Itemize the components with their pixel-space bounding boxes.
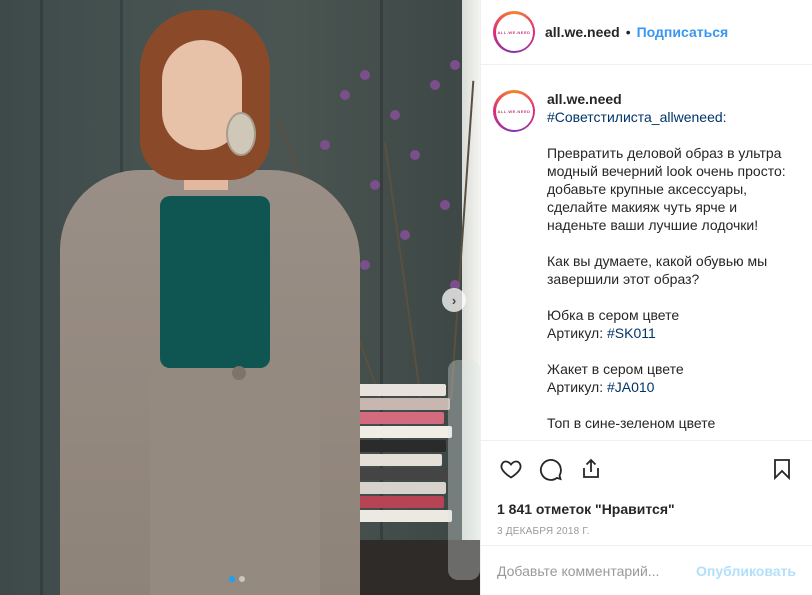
caption-paragraph: Как вы думаете, какой обувью мы завершил…: [547, 253, 768, 287]
publish-button[interactable]: Опубликовать: [696, 563, 796, 579]
carousel-dot-active: [229, 576, 235, 582]
carousel-next-button[interactable]: ›: [442, 288, 466, 312]
bookmark-icon: [774, 459, 790, 481]
caption: all.we.need #Советстилиста_allweneed: Пр…: [547, 90, 796, 440]
avatar-logo: ALL.WE.NEED: [495, 92, 533, 130]
heart-icon: [500, 460, 522, 479]
item-name: Топ в сине-зеленом цвете: [547, 415, 716, 431]
comments-area: ALL.WE.NEED all.we.need #Советстилиста_a…: [481, 66, 812, 440]
sku-hashtag-link[interactable]: #JA010: [607, 379, 654, 395]
model-skirt: [150, 362, 320, 595]
caption-avatar[interactable]: ALL.WE.NEED: [493, 90, 535, 132]
share-button[interactable]: [577, 455, 605, 483]
skirt-button: [232, 366, 246, 380]
share-icon: [583, 458, 599, 478]
comment-button[interactable]: [537, 455, 565, 483]
comment-input[interactable]: [497, 562, 697, 579]
likes-count[interactable]: 1 841 отметок "Нравится": [497, 501, 796, 517]
sku-label: Артикул:: [547, 325, 607, 341]
separator-bullet: •: [625, 24, 631, 40]
model-earring: [226, 112, 256, 156]
chevron-right-icon: ›: [451, 292, 457, 308]
add-comment-bar: Опубликовать: [481, 545, 812, 595]
glass-vase: [448, 360, 480, 580]
model-top: [160, 196, 270, 368]
comment-icon: [540, 459, 562, 481]
avatar[interactable]: ALL.WE.NEED: [493, 11, 535, 53]
avatar-logo: ALL.WE.NEED: [495, 13, 533, 51]
action-bar: 1 841 отметок "Нравится" 3 декабря 2018 …: [481, 440, 812, 537]
follow-button[interactable]: Подписаться: [637, 24, 729, 40]
hashtag-link[interactable]: #Советстилиста_allweneed:: [547, 109, 727, 125]
sku-hashtag-link[interactable]: #SK011: [607, 325, 656, 341]
post-panel: ALL.WE.NEED all.we.need • Подписаться AL…: [480, 0, 812, 595]
username-link[interactable]: all.we.need: [545, 24, 620, 40]
caption-paragraph: Превратить деловой образ в ультра модный…: [547, 145, 786, 233]
like-button[interactable]: [497, 455, 525, 483]
post-photo[interactable]: ›: [0, 0, 480, 595]
carousel-indicator: [229, 576, 245, 582]
wall-panel: [40, 0, 43, 595]
carousel-dot: [239, 576, 245, 582]
post-header: ALL.WE.NEED all.we.need • Подписаться: [481, 0, 812, 65]
item-name: Юбка в сером цвете: [547, 307, 680, 323]
caption-author-link[interactable]: all.we.need: [547, 90, 796, 108]
post-date[interactable]: 3 декабря 2018 г.: [497, 526, 796, 537]
item-name: Жакет в сером цвете: [547, 361, 684, 377]
sku-label: Артикул:: [547, 379, 607, 395]
save-button[interactable]: [768, 455, 796, 483]
